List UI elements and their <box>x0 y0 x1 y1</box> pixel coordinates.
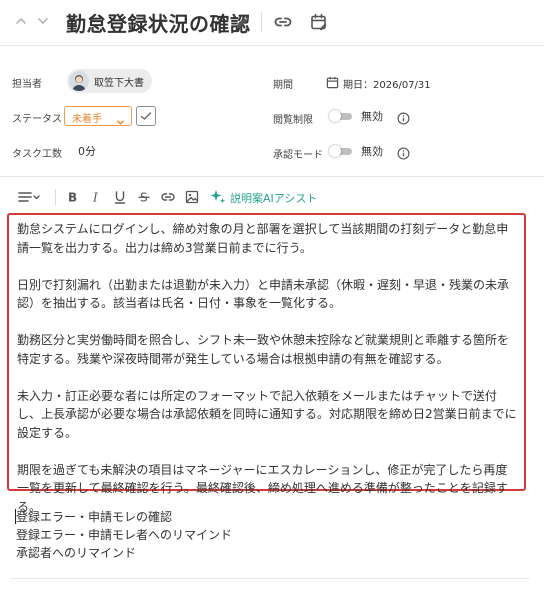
note-line: 登録エラー・申請モレの確認 <box>16 510 173 524</box>
svg-text:I: I <box>92 191 98 205</box>
effort-label: タスク工数 <box>12 149 62 160</box>
paragraph-format-icon[interactable] <box>16 188 42 206</box>
editor-paragraph: 勤務区分と実労働時間を照合し、シフト未一致や休憩未控除など就業規則と乖離する箇所… <box>17 333 510 366</box>
avatar <box>69 71 89 91</box>
sparkle-ai-icon[interactable] <box>209 188 227 206</box>
svg-text:B: B <box>68 191 77 205</box>
chevron-down-icon <box>116 112 125 125</box>
assignee-label: 担当者 <box>12 79 42 90</box>
editor-paragraph: 勤怠システムにログインし、締め対象の月と部署を選択して当該期間の打刻データと勤怠… <box>17 222 509 255</box>
description-editor[interactable]: 勤怠システムにログインし、締め対象の月と部署を選択して当該期間の打刻データと勤怠… <box>7 213 526 514</box>
ai-assist-button[interactable]: 説明案AIアシスト <box>230 190 317 206</box>
underline-icon[interactable] <box>112 188 128 206</box>
effort-value[interactable]: 0分 <box>78 143 96 159</box>
link-icon[interactable] <box>160 188 176 206</box>
period-label: 期間 <box>273 80 293 91</box>
edit-pencil-icon[interactable] <box>233 12 253 32</box>
notes-area[interactable]: 登録エラー・申請モレの確認 登録エラー・申請モレ者へのリマインド 承認者へのリマ… <box>16 508 232 562</box>
image-icon[interactable] <box>184 188 200 206</box>
approval-mode-toggle[interactable] <box>329 145 353 157</box>
status-label: ステータス <box>12 114 62 125</box>
status-complete-checkbox[interactable] <box>136 106 156 126</box>
header-divider <box>261 12 262 32</box>
calendar-icon <box>326 74 339 89</box>
editor-paragraph: 未入力・訂正必要な者には所定のフォーマットで記入依頼をメールまたはチャットで送付… <box>17 388 517 440</box>
due-date-value[interactable]: 期日：2026/07/31 <box>343 76 431 91</box>
note-line: 登録エラー・申請モレ者へのリマインド <box>16 528 233 542</box>
info-icon[interactable] <box>397 110 410 125</box>
task-header: 勤怠登録状況の確認 <box>0 0 544 46</box>
view-restrict-value: 無効 <box>361 110 383 123</box>
toolbar-divider <box>55 189 56 205</box>
approval-mode-value: 無効 <box>361 145 383 158</box>
note-line: 承認者へのリマインド <box>16 546 137 560</box>
editor-paragraph: 日別で打刻漏れ（出勤または退勤が未入力）と申請未承認（休暇・遅刻・早退・残業の未… <box>17 277 510 311</box>
strikethrough-icon[interactable]: S <box>136 188 152 206</box>
view-restrict-label: 閲覧制限 <box>273 115 313 126</box>
view-restrict-toggle[interactable] <box>329 110 353 122</box>
approval-mode-label: 承認モード <box>273 150 323 161</box>
check-icon <box>140 112 152 120</box>
status-select[interactable]: 未着手 <box>64 106 132 126</box>
italic-icon[interactable]: I <box>88 188 104 206</box>
assignee-name: 取笠下大書 <box>94 78 144 89</box>
chevron-up-icon[interactable] <box>13 13 29 29</box>
bold-icon[interactable]: B <box>64 188 80 206</box>
calendar-edit-icon[interactable] <box>309 12 329 32</box>
properties-divider <box>0 176 544 177</box>
bottom-divider <box>10 578 530 579</box>
status-value: 未着手 <box>72 114 102 125</box>
page-title: 勤怠登録状況の確認 <box>66 12 251 36</box>
link-icon[interactable] <box>273 12 293 32</box>
assignee-chip[interactable]: 取笠下大書 <box>67 69 152 93</box>
info-icon[interactable] <box>397 145 410 160</box>
chevron-down-icon[interactable] <box>35 13 51 29</box>
